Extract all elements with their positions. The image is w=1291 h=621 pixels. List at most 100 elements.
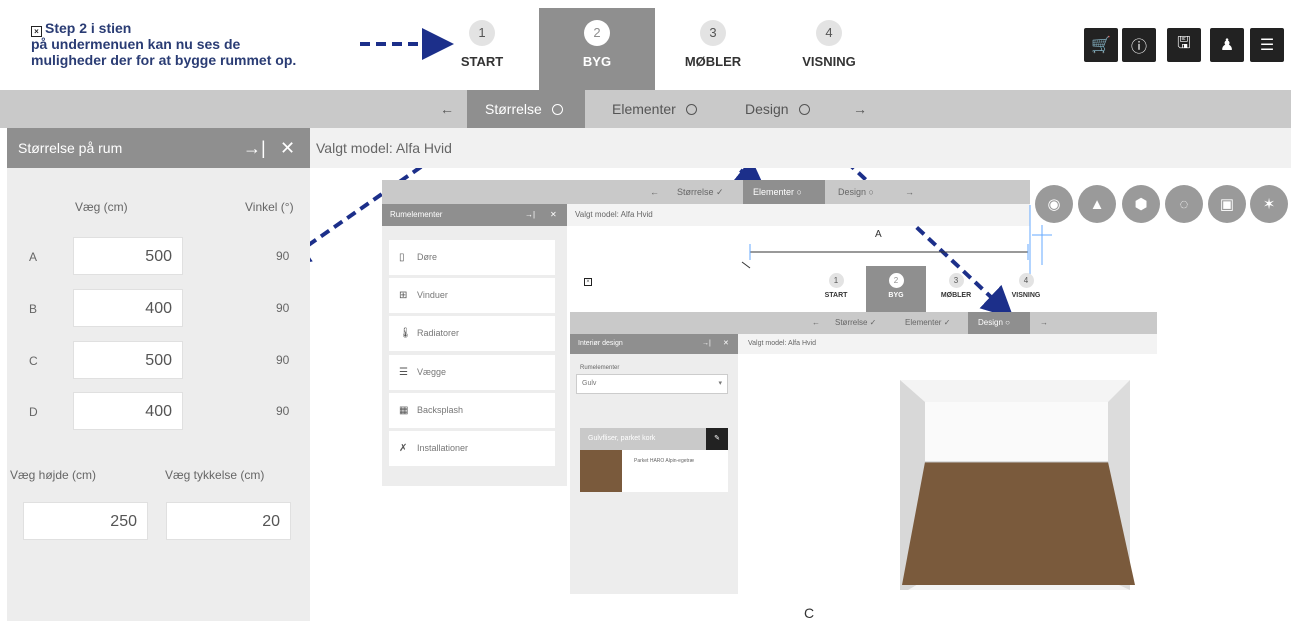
element-item-installationer: ✗ Installationer	[389, 431, 555, 466]
embedded2-dropdown: Gulv ▾	[576, 374, 728, 394]
submenu-item-design[interactable]: Design	[745, 90, 810, 128]
dimension-label: A	[875, 229, 882, 240]
step-byg[interactable]: 2 BYG	[539, 8, 655, 90]
angle-value: 90	[276, 249, 290, 263]
element-item-dore: ▯ Døre	[389, 240, 555, 275]
card-item: Parket HARO Alpin-egetræ	[634, 458, 695, 464]
wall-thickness-input[interactable]: 20	[166, 502, 291, 540]
element-item-vinduer: ⊞ Vinduer	[389, 278, 555, 313]
radiator-icon: 🌡	[399, 328, 412, 339]
bottom-dimension-label: C	[804, 605, 815, 621]
element-item-backsplash: ▦ Backsplash	[389, 393, 555, 428]
row-label: D	[29, 405, 38, 419]
door-icon: ▯	[399, 252, 405, 263]
hide-button[interactable]: ◌	[1165, 185, 1203, 223]
col-wall-label: Væg (cm)	[75, 200, 128, 214]
embedded-sub-design: Design ○	[838, 187, 874, 197]
circle-icon	[685, 104, 697, 115]
save-icon: 🖫	[1177, 34, 1191, 52]
info-button[interactable]: ⓘ	[1122, 28, 1156, 62]
row-label: C	[29, 354, 38, 368]
embedded-back-arrow: ←	[650, 187, 659, 197]
collapse-icon: →|	[702, 340, 711, 347]
embedded2-sub-storrelse: Størrelse ✓	[835, 318, 877, 327]
magic-button[interactable]: ✶	[1250, 185, 1288, 223]
image-icon: ▲	[1089, 195, 1105, 213]
hamburger-menu-icon: ☰	[1259, 37, 1275, 54]
embedded2-sub-elementer: Elementer ✓	[905, 318, 951, 327]
col-angle-label: Vinkel (°)	[245, 200, 294, 214]
embedded-step-mobler: 3 MØBLER	[926, 266, 986, 312]
embedded2-model-bar: Valgt model: Alfa Hvid	[738, 334, 1157, 354]
submenu-forward-arrow[interactable]: →	[853, 90, 867, 128]
window-icon: ⊞	[399, 290, 408, 301]
embedded2-card: Gulvfliser, parket kork ✎ Parket HARO Al…	[580, 428, 728, 492]
embedded-step-byg: 2 BYG	[866, 266, 926, 312]
info-icon: ⓘ	[1130, 39, 1147, 56]
row-label: B	[29, 302, 38, 316]
magic-wand-icon: ✶	[1262, 196, 1276, 213]
angle-value: 90	[276, 301, 290, 315]
wall-b-input[interactable]: 400	[73, 289, 183, 327]
3d-view-button[interactable]: ⬢	[1122, 185, 1160, 223]
embedded-checkbox-icon: ×	[584, 278, 592, 286]
collapse-icon[interactable]: →|	[243, 128, 266, 168]
embedded2-sub-design: Design ○	[968, 312, 1030, 334]
embedded2-dropdown-label: Rumelementer	[580, 365, 620, 371]
submenu-item-storrelse[interactable]: Størrelse	[467, 90, 585, 128]
submenu-item-elementer[interactable]: Elementer	[612, 90, 697, 128]
wall-icon: ☰	[399, 367, 408, 378]
close-icon: ✕	[550, 210, 557, 219]
embedded-step-visning: 4 VISNING	[996, 266, 1056, 312]
focus-icon: ◉	[1047, 196, 1061, 213]
backsplash-icon: ▦	[399, 405, 409, 416]
menu-button[interactable]: ☰	[1250, 28, 1284, 62]
chevron-down-icon: ▾	[718, 380, 722, 387]
embedded-forward-arrow: →	[905, 187, 914, 197]
user-settings-icon: ♟	[1219, 37, 1235, 54]
cart-button[interactable]: 🛒	[1084, 28, 1118, 62]
panel-header: Størrelse på rum →| ✕	[7, 128, 310, 168]
circle-icon	[551, 104, 563, 115]
step-start[interactable]: 1 START	[424, 8, 540, 90]
angle-value: 90	[276, 404, 290, 418]
embedded-panel-header: Rumelementer →| ✕	[382, 204, 567, 226]
wall-c-input[interactable]: 500	[73, 341, 183, 379]
row-label: A	[29, 250, 38, 264]
background-button[interactable]: ▲	[1078, 185, 1116, 223]
wall-thickness-label: Væg tykkelse (cm)	[165, 468, 265, 482]
element-item-radiatorer: 🌡 Radiatorer	[389, 316, 555, 351]
edit-icon: ✎	[706, 428, 728, 450]
embedded-model-bar: Valgt model: Alfa Hvid	[567, 204, 1030, 226]
eye-off-icon: ◌	[1179, 195, 1189, 213]
center-view-button[interactable]: ◉	[1035, 185, 1073, 223]
floor-swatch	[580, 450, 622, 492]
wall-d-input[interactable]: 400	[73, 392, 183, 430]
submenu-back-arrow[interactable]: ←	[440, 90, 454, 128]
collapse-icon: →|	[525, 210, 536, 219]
wall-height-label: Væg højde (cm)	[10, 468, 97, 482]
cart-icon: 🛒	[1091, 37, 1111, 54]
step-mobler[interactable]: 3 MØBLER	[655, 8, 771, 90]
embedded2-back-arrow: ←	[812, 318, 820, 327]
cube-icon: ⬢	[1134, 196, 1148, 213]
close-icon[interactable]: ✕	[280, 128, 295, 168]
wall-a-input[interactable]: 500	[73, 237, 183, 275]
wall-height-input[interactable]: 250	[23, 502, 148, 540]
element-item-vaegge: ☰ Vægge	[389, 355, 555, 390]
user-settings-button[interactable]: ♟	[1210, 28, 1244, 62]
save-button[interactable]: 🖫	[1167, 28, 1201, 62]
embedded-sub-storrelse: Størrelse ✓	[677, 187, 724, 197]
circle-icon	[798, 104, 810, 115]
embedded2-panel-header: Interiør design →| ✕	[570, 334, 738, 354]
step-visning[interactable]: 4 VISNING	[771, 8, 887, 90]
angle-value: 90	[276, 353, 290, 367]
2d-view-button[interactable]: ▣	[1208, 185, 1246, 223]
selected-model-bar: Valgt model: Alfa Hvid	[310, 128, 1291, 168]
embedded2-forward-arrow: →	[1040, 318, 1048, 327]
embedded-step-start: 1 START	[806, 266, 866, 312]
embedded-sub-elementer: Elementer ○	[743, 180, 825, 204]
plan-2d-icon: ▣	[1219, 196, 1235, 213]
close-icon: ✕	[723, 340, 729, 347]
installation-icon: ✗	[399, 443, 408, 454]
